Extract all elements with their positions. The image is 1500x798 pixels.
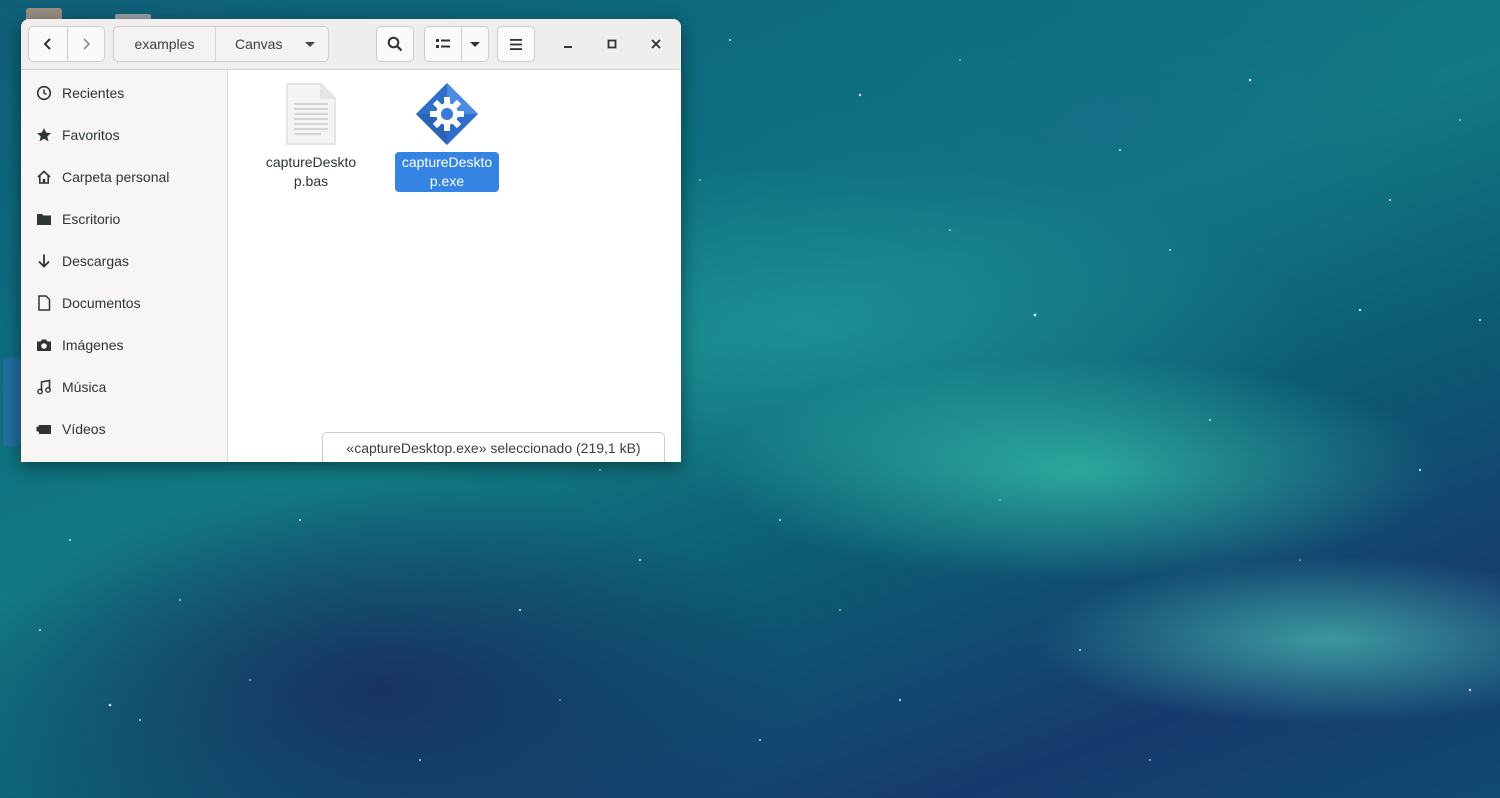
sidebar-item-escritorio[interactable]: Escritorio	[21, 200, 227, 238]
sidebar-item-label: Música	[62, 379, 107, 395]
camera-icon	[35, 336, 53, 354]
sidebar-item-imagenes[interactable]: Imágenes	[21, 326, 227, 364]
desktop-side-panel	[3, 358, 21, 446]
view-toggle-button[interactable]	[425, 27, 461, 61]
dropdown-caret-icon	[470, 41, 480, 47]
close-button[interactable]	[645, 33, 667, 55]
sidebar-item-label: Carpeta personal	[62, 169, 170, 185]
minimize-button[interactable]	[557, 33, 579, 55]
sidebar-item-label: Vídeos	[62, 421, 106, 437]
view-options	[424, 26, 489, 62]
sidebar-item-musica[interactable]: Música	[21, 368, 227, 406]
status-floating-bar: «captureDesktop.exe» seleccionado (219,1…	[322, 432, 665, 462]
chevron-left-icon	[43, 38, 51, 50]
places-sidebar: Recientes Favoritos Carpeta personal Esc…	[21, 70, 228, 462]
video-icon	[35, 420, 53, 438]
minimize-icon	[564, 46, 572, 48]
path-crumb-examples[interactable]: examples	[114, 27, 216, 61]
sidebar-item-label: Escritorio	[62, 211, 121, 227]
search-button[interactable]	[376, 26, 414, 62]
clock-icon	[35, 84, 53, 102]
document-icon	[35, 294, 53, 312]
file-item-bas[interactable]: captureDesktop.bas	[255, 82, 367, 192]
sidebar-item-videos[interactable]: Vídeos	[21, 410, 227, 448]
sidebar-item-carpeta-personal[interactable]: Carpeta personal	[21, 158, 227, 196]
sidebar-item-label: Imágenes	[62, 337, 124, 353]
path-crumb-canvas[interactable]: Canvas	[216, 27, 328, 61]
back-button[interactable]	[29, 27, 67, 61]
dropdown-caret-icon	[305, 42, 315, 47]
sidebar-item-favoritos[interactable]: Favoritos	[21, 116, 227, 154]
file-name: captureDesktop.exe	[395, 152, 499, 192]
music-note-icon	[35, 378, 53, 396]
executable-gear-icon	[416, 83, 478, 145]
file-view: captureDesktop.bas captureDesktop.exe	[228, 70, 681, 462]
sidebar-item-recientes[interactable]: Recientes	[21, 74, 227, 112]
home-icon	[35, 168, 53, 186]
maximize-icon	[607, 39, 617, 49]
sidebar-item-documentos[interactable]: Documentos	[21, 284, 227, 322]
hamburger-menu-icon	[510, 38, 522, 50]
maximize-button[interactable]	[601, 33, 623, 55]
sidebar-item-label: Favoritos	[62, 127, 120, 143]
path-crumb-label: Canvas	[235, 36, 283, 52]
folder-icon	[35, 210, 53, 228]
sidebar-item-label: Descargas	[62, 253, 129, 269]
sidebar-item-label: Documentos	[62, 295, 141, 311]
view-menu-button[interactable]	[461, 27, 488, 61]
forward-button[interactable]	[66, 27, 105, 61]
sidebar-item-label: Recientes	[62, 85, 125, 101]
list-view-icon	[436, 39, 450, 48]
chevron-right-icon	[83, 38, 90, 50]
main-menu-button[interactable]	[497, 26, 535, 62]
download-icon	[35, 252, 53, 270]
file-manager-window: examples Canvas Recientes Favoritos Carp…	[21, 19, 681, 462]
star-icon	[35, 126, 53, 144]
text-file-icon	[286, 83, 336, 145]
path-bar: examples Canvas	[113, 26, 329, 62]
sidebar-item-descargas[interactable]: Descargas	[21, 242, 227, 280]
search-icon	[387, 36, 403, 52]
headerbar: examples Canvas	[21, 19, 681, 70]
file-name: captureDesktop.bas	[265, 154, 357, 189]
file-item-exe[interactable]: captureDesktop.exe	[391, 82, 503, 192]
navigation-buttons	[28, 26, 105, 62]
close-icon	[651, 39, 661, 49]
